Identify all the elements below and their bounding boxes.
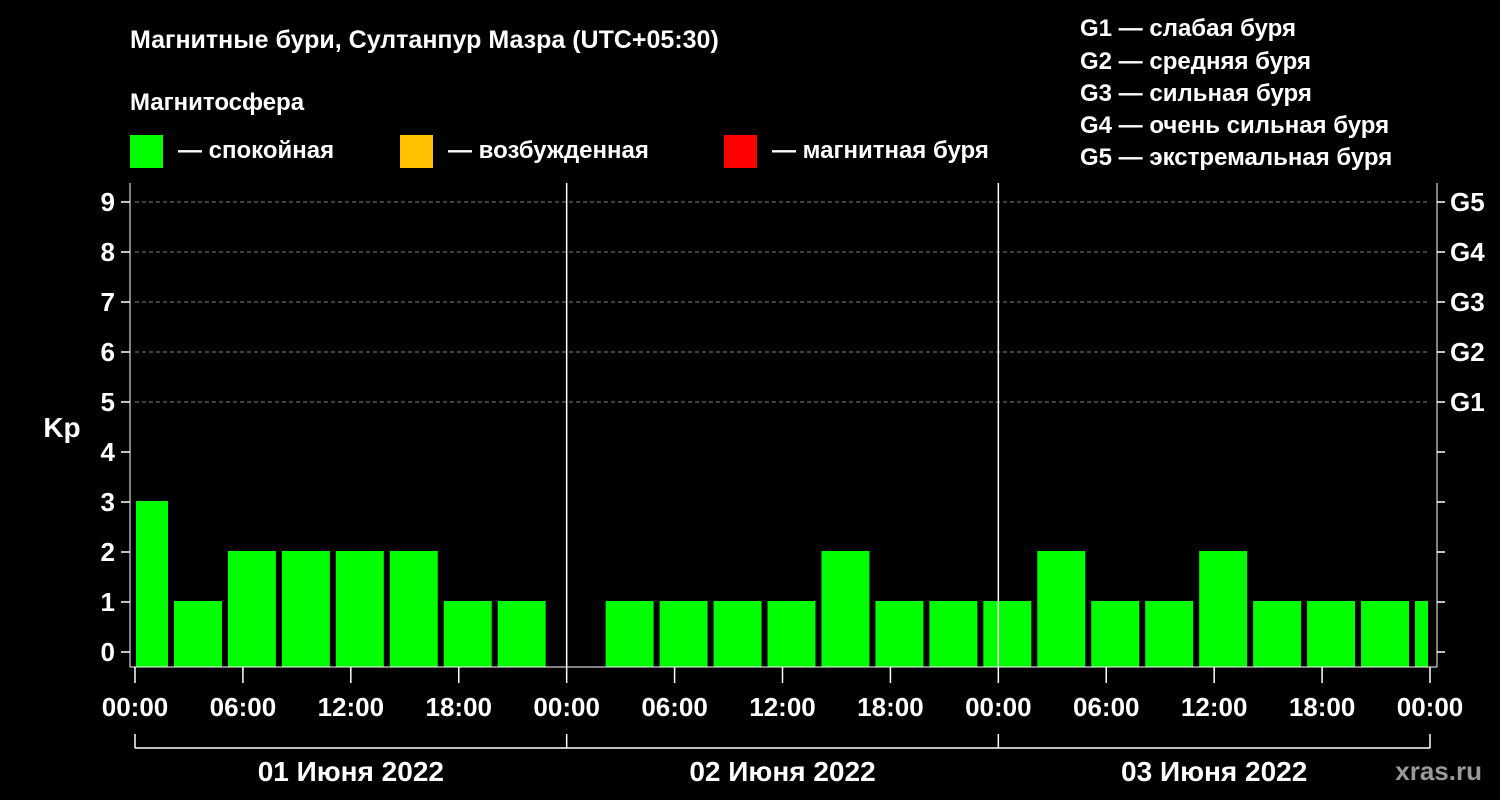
bar-22 — [1307, 601, 1356, 667]
bar-20 — [1199, 551, 1248, 667]
bar-1 — [173, 601, 222, 667]
bar-18 — [1091, 601, 1140, 667]
g-tick-label: G1 — [1450, 387, 1485, 417]
g-scale-g3: G3 — сильная буря — [1080, 80, 1312, 107]
y-tick-label: 3 — [101, 487, 115, 517]
legend-swatch-excited — [400, 135, 433, 168]
y-tick-label: 2 — [101, 537, 115, 567]
y-tick-label: 5 — [101, 387, 115, 417]
x-tick-label: 18:00 — [857, 692, 924, 722]
bar-10 — [659, 601, 708, 667]
bar-16 — [983, 601, 1032, 667]
day-label: 01 Июня 2022 — [258, 756, 444, 787]
bar-4 — [335, 551, 384, 667]
x-tick-label: 06:00 — [641, 692, 708, 722]
bar-21 — [1253, 601, 1302, 667]
legend-swatch-storm — [724, 135, 757, 168]
g-scale-g2: G2 — средняя буря — [1080, 48, 1311, 75]
g-tick-label: G4 — [1450, 237, 1485, 267]
y-tick-label: 8 — [101, 237, 115, 267]
y-tick-labels: 0 1 2 3 4 5 6 7 8 9 — [101, 187, 116, 667]
x-tick-label: 18:00 — [1289, 692, 1356, 722]
g-scale-g1: G1 — слабая буря — [1080, 15, 1296, 42]
x-tick-label: 12:00 — [749, 692, 816, 722]
x-tick-label: 12:00 — [318, 692, 385, 722]
bar-11 — [713, 601, 762, 667]
bar-2 — [227, 551, 276, 667]
watermark: xras.ru — [1395, 756, 1482, 786]
gridlines — [135, 201, 1430, 403]
bar-15 — [929, 601, 978, 667]
bar-24 — [1415, 601, 1428, 667]
y-axis-label: Kp — [43, 412, 80, 443]
bar-23 — [1361, 601, 1410, 667]
bar-19 — [1145, 601, 1194, 667]
kp-chart: Магнитные бури, Султанпур Мазра (UTC+05:… — [43, 15, 1485, 787]
g-scale-g5: G5 — экстремальная буря — [1080, 144, 1392, 171]
x-tick-label: 06:00 — [210, 692, 277, 722]
g-scale-g4: G4 — очень сильная буря — [1080, 112, 1389, 139]
y-tick-label: 6 — [101, 337, 115, 367]
bar-0 — [136, 501, 168, 667]
y-tick-label: 9 — [101, 187, 115, 217]
bar-6 — [443, 601, 492, 667]
g-tick-labels: G1 G2 G3 G4 G5 — [1450, 187, 1485, 417]
day-label: 03 Июня 2022 — [1121, 756, 1307, 787]
x-tick-label: 12:00 — [1181, 692, 1248, 722]
legend-label-calm: — спокойная — [178, 137, 334, 164]
bar-13 — [821, 551, 870, 667]
legend-label-storm: — магнитная буря — [772, 137, 989, 164]
y-tick-label: 0 — [101, 637, 115, 667]
g-tick-label: G2 — [1450, 337, 1485, 367]
x-tick-label: 00:00 — [1397, 692, 1464, 722]
bar-5 — [389, 551, 438, 667]
day-labels: 01 Июня 2022 02 Июня 2022 03 Июня 2022 — [258, 756, 1308, 787]
x-tick-labels: 00:00 06:00 12:00 18:00 00:00 06:00 12:00 18:00… — [102, 692, 1464, 722]
bar-12 — [767, 601, 816, 667]
y-tick-label: 4 — [101, 437, 116, 467]
x-tick-label: 00:00 — [965, 692, 1032, 722]
g-tick-label: G5 — [1450, 187, 1485, 217]
bar-9 — [605, 601, 654, 667]
chart-title: Магнитные бури, Султанпур Мазра (UTC+05:… — [130, 26, 719, 54]
bar-14 — [875, 601, 924, 667]
bar-17 — [1037, 551, 1086, 667]
x-tick-label: 18:00 — [426, 692, 493, 722]
y-tick-label: 7 — [101, 287, 115, 317]
bars — [136, 501, 1428, 667]
x-tick-label: 06:00 — [1073, 692, 1140, 722]
legend-label-excited: — возбужденная — [448, 137, 649, 164]
legend-swatch-calm — [130, 135, 163, 168]
g-tick-label: G3 — [1450, 287, 1485, 317]
day-label: 02 Июня 2022 — [689, 756, 875, 787]
bar-7 — [497, 601, 546, 667]
bar-3 — [281, 551, 330, 667]
legend-title: Магнитосфера — [130, 89, 305, 116]
x-tick-label: 00:00 — [533, 692, 600, 722]
y-tick-label: 1 — [101, 587, 115, 617]
x-tick-label: 00:00 — [102, 692, 169, 722]
